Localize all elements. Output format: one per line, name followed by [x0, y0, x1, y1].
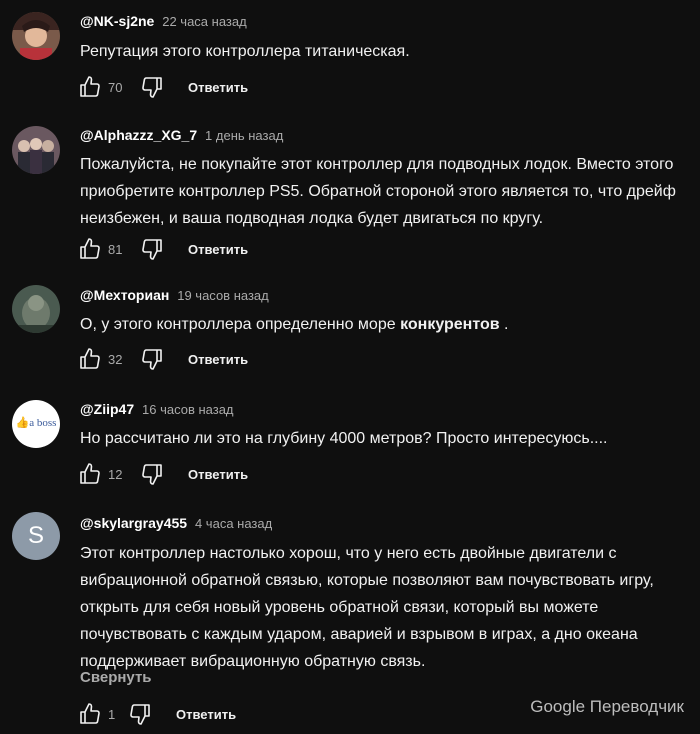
timestamp[interactable]: 22 часа назад	[162, 14, 246, 29]
thumbs-down-icon[interactable]	[140, 75, 164, 99]
comment-actions: 32 Ответить	[78, 346, 248, 372]
avatar[interactable]: S	[12, 512, 60, 560]
timestamp[interactable]: 19 часов назад	[177, 288, 269, 303]
like-count: 12	[108, 466, 123, 482]
thumbs-up-icon: 👍	[15, 417, 30, 429]
comment-actions: 12 Ответить	[78, 461, 248, 487]
comment-text: Но рассчитано ли это на глубину 4000 мет…	[80, 430, 608, 447]
avatar-text: a boss	[29, 417, 57, 429]
reply-button[interactable]: Ответить	[188, 352, 248, 367]
avatar[interactable]	[12, 126, 60, 174]
thumbs-down-icon[interactable]	[140, 462, 164, 486]
google-translator-label: Google Переводчик	[530, 697, 684, 716]
avatar-label: 👍a boss	[12, 416, 60, 429]
like-count: 1	[108, 706, 116, 722]
timestamp[interactable]: 1 день назад	[205, 128, 283, 143]
avatar-image	[12, 126, 60, 174]
avatar-letter: S	[27, 522, 44, 549]
comment-header: @Ziip47 16 часов назад	[80, 401, 234, 417]
thumbs-up-icon[interactable]	[78, 75, 102, 99]
comment-text: Репутация этого контроллера титаническая…	[80, 43, 410, 60]
avatar-image	[12, 12, 60, 60]
avatar[interactable]: 👍a boss	[12, 400, 60, 448]
comment-text-bold: конкурентов	[400, 316, 500, 333]
thumbs-down-icon[interactable]	[140, 347, 164, 371]
comment-actions: 70 Ответить	[78, 74, 248, 100]
thumbs-up-icon[interactable]	[78, 347, 102, 371]
comment-text: Этот контроллер настолько хорош, что у н…	[80, 545, 654, 670]
comment-text-part: О, у этого контроллера определенно море	[80, 316, 401, 333]
avatar-image	[12, 285, 60, 333]
timestamp[interactable]: 4 часа назад	[195, 516, 272, 531]
like-count: 70	[108, 79, 123, 95]
reply-button[interactable]: Ответить	[188, 80, 248, 95]
avatar[interactable]	[12, 285, 60, 333]
reply-button[interactable]: Ответить	[188, 242, 248, 257]
author-name[interactable]: @Ziip47	[80, 401, 134, 417]
like-count: 32	[108, 351, 123, 367]
thumbs-down-icon[interactable]	[128, 702, 152, 726]
thumbs-down-icon[interactable]	[140, 237, 164, 261]
comment-actions: 81 Ответить	[78, 236, 248, 262]
comment-actions: 1 Ответить	[78, 701, 236, 727]
comment-header: @NK-sj2ne 22 часа назад	[80, 13, 247, 29]
thumbs-up-icon[interactable]	[78, 702, 102, 726]
timestamp[interactable]: 16 часов назад	[142, 402, 234, 417]
author-name[interactable]: @Alphazzz_XG_7	[80, 127, 197, 143]
reply-button[interactable]: Ответить	[188, 467, 248, 482]
collapse-button[interactable]: Свернуть	[80, 669, 152, 686]
comment-header: @Мехториан 19 часов назад	[80, 287, 269, 303]
author-name[interactable]: @skylargray455	[80, 515, 187, 531]
thumbs-up-icon[interactable]	[78, 462, 102, 486]
reply-button[interactable]: Ответить	[176, 707, 236, 722]
comment-text: Пожалуйста, не покупайте этот контроллер…	[80, 156, 676, 227]
comment-header: @Alphazzz_XG_7 1 день назад	[80, 127, 283, 143]
like-count: 81	[108, 241, 123, 257]
comment-header: @skylargray455 4 часа назад	[80, 515, 272, 531]
author-name[interactable]: @NK-sj2ne	[80, 13, 154, 29]
avatar[interactable]	[12, 12, 60, 60]
comment-text-part: .	[499, 316, 509, 333]
thumbs-up-icon[interactable]	[78, 237, 102, 261]
comment-text: О, у этого контроллера определенно море …	[80, 311, 688, 338]
author-name[interactable]: @Мехториан	[80, 287, 169, 303]
